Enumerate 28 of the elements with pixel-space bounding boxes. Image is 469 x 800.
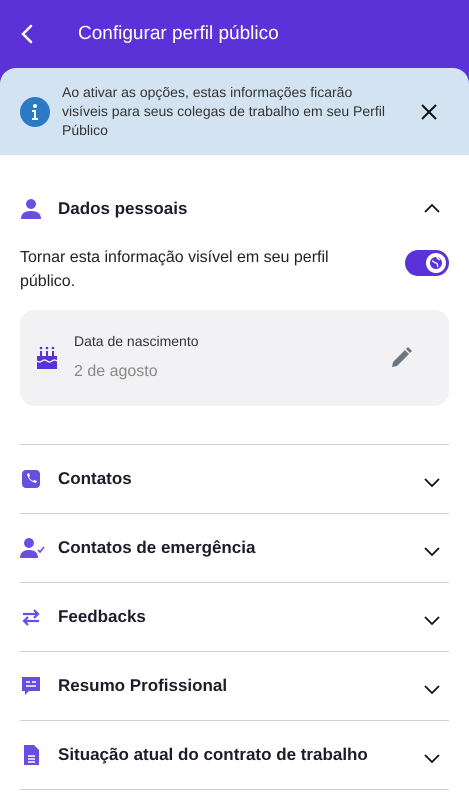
phone-icon: [20, 468, 42, 490]
field-label: Data de nascimento: [74, 332, 200, 351]
chevron-down-icon[interactable]: [423, 683, 441, 696]
visibility-text: Tornar esta informação visível em seu perfil público.: [20, 248, 330, 292]
page-title: Configurar perfil público: [78, 22, 279, 46]
info-text: Ao ativar as opções, estas informações ficarão visíveis para seus colegas de trabalho em seu Perfil Público: [62, 83, 386, 140]
section-title[interactable]: Feedbacks: [58, 604, 423, 630]
section-title[interactable]: Dados pessoais: [58, 196, 423, 222]
close-icon[interactable]: [421, 104, 437, 120]
chevron-down-icon[interactable]: [423, 614, 441, 627]
back-icon[interactable]: [20, 24, 34, 44]
pencil-icon[interactable]: [389, 346, 413, 370]
section-title[interactable]: Situação atual do contrato de trabalho: [58, 742, 423, 768]
section-title[interactable]: Contatos de emergência: [58, 534, 423, 560]
chevron-down-icon[interactable]: [423, 752, 441, 765]
cake-icon: [36, 346, 58, 370]
globe-icon: [426, 252, 446, 272]
message-icon: [20, 674, 42, 696]
visibility-toggle[interactable]: [405, 250, 449, 276]
field-value: 2 de agosto: [74, 362, 159, 382]
info-icon: [20, 96, 50, 126]
person-check-icon: [20, 536, 46, 558]
person-icon: [20, 198, 42, 220]
chevron-down-icon[interactable]: [423, 545, 441, 558]
chevron-up-icon[interactable]: [423, 202, 441, 216]
section-title[interactable]: Resumo Profissional: [58, 672, 423, 698]
chevron-down-icon[interactable]: [423, 476, 441, 489]
section-title[interactable]: Contatos: [58, 466, 423, 492]
